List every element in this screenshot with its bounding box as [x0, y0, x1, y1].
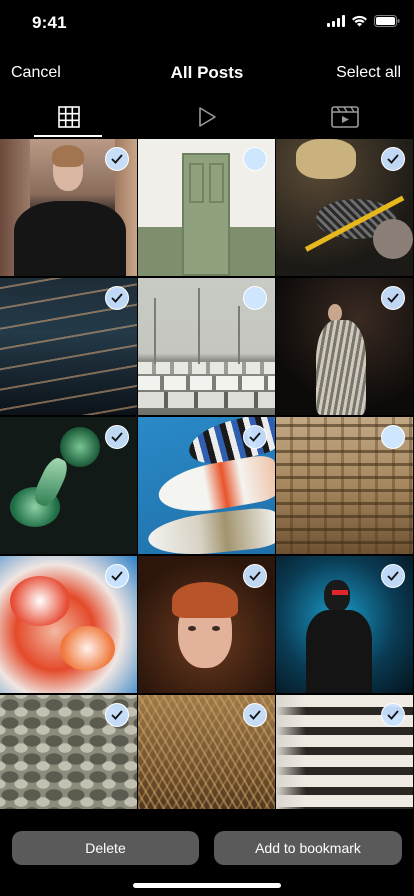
photo-tile[interactable] [0, 695, 137, 809]
photo-tile[interactable] [138, 417, 275, 554]
nav-bar: Cancel All Posts Select all [0, 56, 414, 90]
checkbox[interactable] [381, 703, 405, 727]
checkmark-icon [249, 710, 261, 720]
select-all-button[interactable]: Select all [336, 64, 401, 82]
photo-tile[interactable] [276, 556, 413, 693]
checkmark-icon [111, 571, 123, 581]
checkbox[interactable] [105, 147, 129, 171]
tab-grid[interactable] [0, 100, 138, 138]
checkmark-icon [111, 154, 123, 164]
play-icon [199, 107, 216, 127]
media-tabs [0, 100, 414, 138]
checkbox[interactable] [243, 425, 267, 449]
checkmark-icon [249, 432, 261, 442]
photo-tile[interactable] [0, 278, 137, 415]
wifi-icon [352, 15, 367, 27]
checkbox[interactable] [243, 286, 267, 310]
checkmark-icon [387, 293, 399, 303]
checkbox[interactable] [243, 564, 267, 588]
tab-reels[interactable] [276, 100, 414, 138]
checkmark-icon [387, 154, 399, 164]
photo-tile[interactable] [0, 556, 137, 693]
tab-videos[interactable] [138, 100, 276, 138]
checkmark-icon [387, 710, 399, 720]
checkbox[interactable] [381, 425, 405, 449]
checkmark-icon [111, 710, 123, 720]
photo-tile[interactable] [276, 695, 413, 809]
checkbox[interactable] [243, 147, 267, 171]
active-tab-indicator [34, 135, 102, 137]
checkmark-icon [111, 293, 123, 303]
photo-tile[interactable] [0, 139, 137, 276]
photo-tile[interactable] [276, 278, 413, 415]
photo-tile[interactable] [138, 139, 275, 276]
grid-icon [58, 106, 80, 128]
photo-tile[interactable] [276, 417, 413, 554]
checkmark-icon [387, 571, 399, 581]
checkbox[interactable] [381, 147, 405, 171]
bottom-action-bar: Delete Add to bookmark [0, 809, 414, 896]
checkbox[interactable] [105, 425, 129, 449]
photo-tile[interactable] [138, 695, 275, 809]
photo-tile[interactable] [138, 278, 275, 415]
checkmark-icon [249, 571, 261, 581]
home-indicator[interactable] [133, 883, 281, 888]
checkbox[interactable] [243, 703, 267, 727]
photo-tile[interactable] [138, 556, 275, 693]
photo-tile[interactable] [0, 417, 137, 554]
add-to-bookmark-button[interactable]: Add to bookmark [214, 831, 402, 865]
photo-grid [0, 139, 414, 809]
signal-icon [327, 15, 345, 27]
photo-tile[interactable] [276, 139, 413, 276]
checkbox[interactable] [381, 286, 405, 310]
checkbox[interactable] [105, 286, 129, 310]
checkmark-icon [111, 432, 123, 442]
delete-button[interactable]: Delete [12, 831, 199, 865]
status-bar: 9:41 [0, 0, 414, 44]
checkbox[interactable] [381, 564, 405, 588]
checkbox[interactable] [105, 564, 129, 588]
status-icons [327, 15, 400, 27]
checkbox[interactable] [105, 703, 129, 727]
battery-icon [374, 15, 400, 27]
status-time: 9:41 [32, 13, 67, 32]
clapperboard-icon [331, 106, 359, 128]
